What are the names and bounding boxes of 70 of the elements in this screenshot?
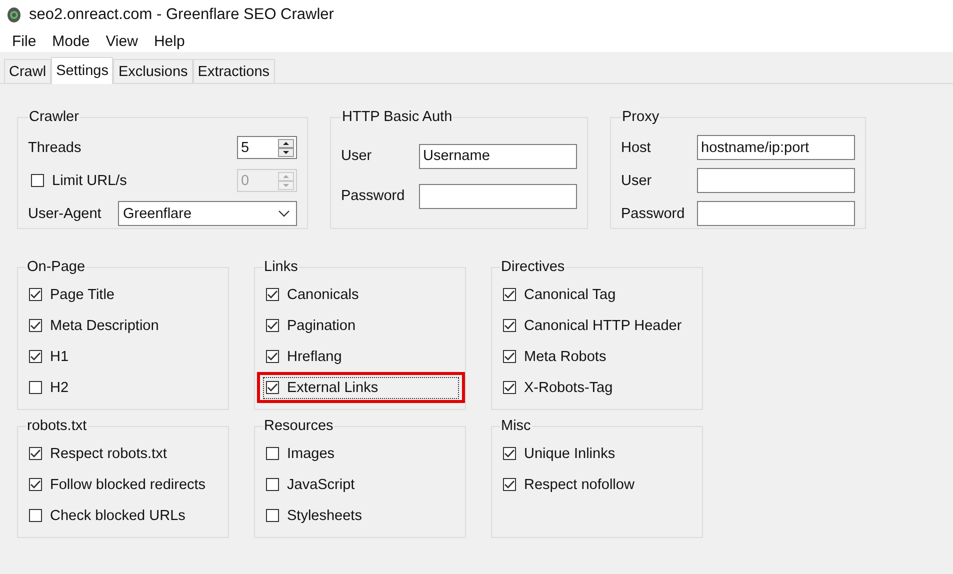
checkbox[interactable]: Canonical HTTP Header xyxy=(500,314,685,336)
menu-item[interactable]: Mode xyxy=(44,32,98,50)
checkbox[interactable]: H2 xyxy=(26,376,72,398)
group-title: Links xyxy=(263,259,299,275)
checkbox[interactable]: Check blocked URLs xyxy=(26,504,188,526)
tab[interactable]: Extractions xyxy=(192,59,275,83)
checkmark-icon xyxy=(267,352,278,361)
user-agent-dropdown[interactable]: Greenflare xyxy=(118,201,297,226)
checkmark-icon xyxy=(30,480,41,489)
group-title: robots.txt xyxy=(26,418,88,434)
field-label: User-Agent xyxy=(28,206,102,222)
group-title: Directives xyxy=(500,259,566,275)
threads-spinbox[interactable]: 5 xyxy=(237,136,297,159)
chevron-down-icon xyxy=(278,210,290,217)
menu-item[interactable]: File xyxy=(4,32,44,50)
checkbox[interactable]: Canonical Tag xyxy=(500,284,619,306)
field-label: Password xyxy=(341,188,405,204)
menu-item[interactable]: Help xyxy=(146,32,193,50)
input-field[interactable] xyxy=(697,201,855,226)
tab[interactable]: Crawl xyxy=(4,59,52,83)
field-label: Threads xyxy=(28,140,82,156)
checkmark-icon xyxy=(267,383,278,392)
checkmark-icon xyxy=(30,449,41,458)
checkbox[interactable]: Meta Robots xyxy=(500,346,610,368)
field-label: User xyxy=(621,172,652,188)
checkbox[interactable]: Pagination xyxy=(263,314,359,336)
checkbox[interactable]: JavaScript xyxy=(263,474,358,496)
checkmark-icon xyxy=(30,321,41,330)
input-field[interactable] xyxy=(419,184,577,208)
checkmark-icon xyxy=(267,290,278,299)
group-title: HTTP Basic Auth xyxy=(341,109,454,125)
app-icon xyxy=(7,7,21,23)
group-title: On-Page xyxy=(26,259,86,275)
field-label: User xyxy=(341,148,372,164)
checkbox[interactable]: X-Robots-Tag xyxy=(500,376,616,398)
spin-arrows-icon[interactable] xyxy=(278,138,294,156)
group-title: Misc xyxy=(500,418,532,434)
tab[interactable]: Settings xyxy=(51,57,114,84)
input-field[interactable]: hostname/ip:port xyxy=(697,135,855,160)
field-label: Password xyxy=(621,206,685,222)
checkbox[interactable]: Respect robots.txt xyxy=(26,442,170,464)
checkbox[interactable]: Canonicals xyxy=(263,284,362,306)
checkmark-icon xyxy=(504,290,515,299)
menu-item[interactable]: View xyxy=(98,32,146,50)
group-title: Crawler xyxy=(28,109,80,125)
checkmark-icon xyxy=(267,321,278,330)
checkmark-icon xyxy=(504,321,515,330)
checkbox[interactable]: H1 xyxy=(26,346,72,368)
checkbox[interactable]: Follow blocked redirects xyxy=(26,474,209,496)
group-title: Resources xyxy=(263,418,334,434)
checkmark-icon xyxy=(504,480,515,489)
input-field[interactable]: Username xyxy=(419,144,577,168)
window-title: seo2.onreact.com - Greenflare SEO Crawler xyxy=(29,6,334,24)
tab[interactable]: Exclusions xyxy=(113,59,193,83)
checkbox[interactable]: Unique Inlinks xyxy=(500,442,618,464)
checkbox[interactable]: Meta Description xyxy=(26,314,162,336)
checkmark-icon xyxy=(504,449,515,458)
group-title: Proxy xyxy=(621,109,660,125)
field-label: Host xyxy=(621,140,651,156)
checkbox[interactable]: Page Title xyxy=(26,284,118,306)
checkmark-icon xyxy=(504,383,515,392)
checkmark-icon xyxy=(30,352,41,361)
checkbox[interactable]: External Links xyxy=(263,376,459,398)
checkbox[interactable]: Images xyxy=(263,442,338,464)
checkbox[interactable]: Stylesheets xyxy=(263,504,365,526)
checkbox[interactable]: Respect nofollow xyxy=(500,474,638,496)
checkbox[interactable]: Hreflang xyxy=(263,346,345,368)
input-field[interactable] xyxy=(697,168,855,193)
checkmark-icon xyxy=(30,290,41,299)
checkmark-icon xyxy=(504,352,515,361)
